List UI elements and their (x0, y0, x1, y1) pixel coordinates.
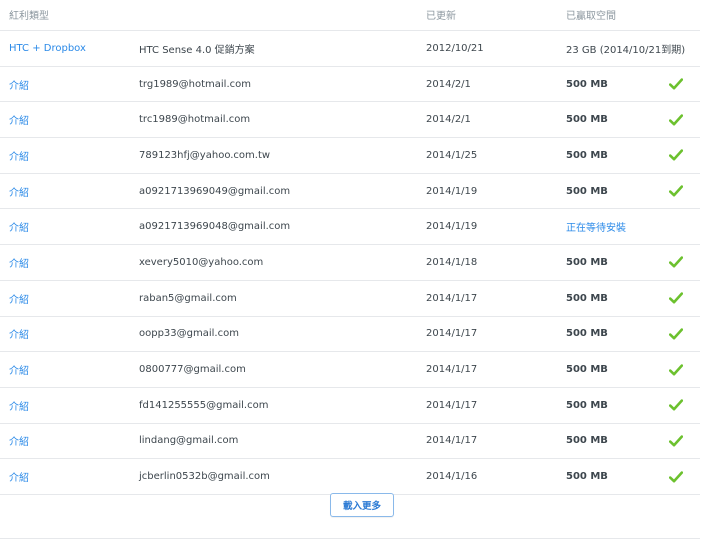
referral-updated-date: 2014/1/17 (426, 399, 478, 411)
table-row: 介紹 lindang@gmail.com 2014/1/17 500 MB (0, 424, 700, 460)
check-icon (666, 352, 686, 387)
table-header: 紅利類型 已更新 已贏取空間 (0, 0, 700, 31)
referral-earned-space: 500 MB (566, 435, 608, 447)
load-more-button[interactable]: 載入更多 (330, 493, 394, 517)
table-row: 介紹 xevery5010@yahoo.com 2014/1/18 500 MB (0, 245, 700, 281)
referral-earned-space: 500 MB (566, 114, 608, 126)
check-icon (666, 67, 686, 102)
referral-type-link[interactable]: 介紹 (9, 67, 29, 102)
table-row: 介紹 0800777@gmail.com 2014/1/17 500 MB (0, 352, 700, 388)
referral-earned-space: 500 MB (566, 78, 608, 90)
referral-updated-date: 2014/1/17 (426, 435, 478, 447)
referral-type-link[interactable]: 介紹 (9, 352, 29, 387)
check-icon (666, 102, 686, 137)
table-row-promo: HTC + Dropbox HTC Sense 4.0 促銷方案 2012/10… (0, 31, 700, 67)
referral-updated-date: 2014/1/18 (426, 256, 478, 268)
referral-updated-date: 2014/1/16 (426, 471, 478, 483)
check-icon (666, 388, 686, 423)
referral-earned-space: 500 MB (566, 149, 608, 161)
referral-email: trc1989@hotmail.com (139, 114, 251, 126)
table-row: 介紹 fd141255555@gmail.com 2014/1/17 500 MB (0, 388, 700, 424)
check-icon (666, 174, 686, 209)
referral-type-link[interactable]: 介紹 (9, 459, 29, 494)
referral-type-link[interactable]: 介紹 (9, 388, 29, 423)
referral-updated-date: 2014/2/1 (426, 114, 471, 126)
check-icon (666, 459, 686, 494)
referral-pending-status: 正在等待安裝 (566, 223, 626, 235)
referral-type-link[interactable]: 介紹 (9, 102, 29, 137)
referral-type-link[interactable]: 介紹 (9, 209, 29, 244)
referral-type-link[interactable]: 介紹 (9, 138, 29, 173)
referral-earned-space: 500 MB (566, 471, 608, 483)
referral-email: 0800777@gmail.com (139, 364, 246, 376)
referral-updated-date: 2014/1/19 (426, 221, 478, 233)
check-icon (666, 138, 686, 173)
referral-email: lindang@gmail.com (139, 435, 239, 447)
header-earned: 已贏取空間 (566, 11, 616, 22)
referral-updated-date: 2014/2/1 (426, 78, 471, 90)
referral-earned-space: 500 MB (566, 399, 608, 411)
bonus-table: 紅利類型 已更新 已贏取空間 HTC + Dropbox HTC Sense 4… (0, 0, 700, 495)
referral-updated-date: 2014/1/17 (426, 364, 478, 376)
referral-earned-space: 500 MB (566, 185, 608, 197)
table-row: 介紹 jcberlin0532b@gmail.com 2014/1/16 500 MB (0, 459, 700, 495)
table-row: 介紹 trc1989@hotmail.com 2014/2/1 500 MB (0, 102, 700, 139)
referral-updated-date: 2014/1/19 (426, 185, 478, 197)
header-type: 紅利類型 (9, 11, 49, 22)
referral-email: jcberlin0532b@gmail.com (139, 471, 270, 483)
referral-type-link[interactable]: 介紹 (9, 317, 29, 352)
referral-email: raban5@gmail.com (139, 292, 237, 304)
referral-email: fd141255555@gmail.com (139, 399, 269, 411)
table-row: 介紹 a0921713969048@gmail.com 2014/1/19 正在等待安… (0, 209, 700, 246)
referral-email: a0921713969049@gmail.com (139, 185, 291, 197)
referral-type-link[interactable]: 介紹 (9, 281, 29, 316)
referral-email: a0921713969048@gmail.com (139, 221, 291, 233)
header-updated: 已更新 (426, 11, 456, 22)
referral-updated-date: 2014/1/25 (426, 149, 478, 161)
promo-earned: 23 GB (2014/10/21到期) (566, 44, 686, 56)
referral-updated-date: 2014/1/17 (426, 328, 478, 340)
check-icon (666, 281, 686, 316)
table-row: 介紹 a0921713969049@gmail.com 2014/1/19 500 M… (0, 174, 700, 210)
promo-account: HTC Sense 4.0 促銷方案 (139, 44, 255, 56)
check-icon (666, 424, 686, 459)
divider (0, 538, 700, 539)
table-row: 介紹 789123hfj@yahoo.com.tw 2014/1/25 500 MB (0, 138, 700, 174)
check-icon (666, 245, 686, 280)
referral-email: xevery5010@yahoo.com (139, 256, 264, 268)
table-row: 介紹 raban5@gmail.com 2014/1/17 500 MB (0, 281, 700, 317)
referral-type-link[interactable]: 介紹 (9, 424, 29, 459)
referral-earned-space: 500 MB (566, 292, 608, 304)
referral-type-link[interactable]: 介紹 (9, 174, 29, 209)
table-row: 介紹 trg1989@hotmail.com 2014/2/1 500 MB (0, 67, 700, 103)
referral-type-link[interactable]: 介紹 (9, 245, 29, 280)
promo-updated: 2012/10/21 (426, 42, 484, 54)
table-row: 介紹 oopp33@gmail.com 2014/1/17 500 MB (0, 317, 700, 353)
referral-earned-space: 500 MB (566, 364, 608, 376)
referral-updated-date: 2014/1/17 (426, 292, 478, 304)
referral-earned-space: 500 MB (566, 256, 608, 268)
check-icon (666, 317, 686, 352)
referral-earned-space: 500 MB (566, 328, 608, 340)
referral-rows: 介紹 trg1989@hotmail.com 2014/2/1 500 MB 介紹 trc… (0, 67, 700, 495)
referral-email: 789123hfj@yahoo.com.tw (139, 149, 271, 161)
promo-type-link[interactable]: HTC + Dropbox (9, 31, 86, 66)
referral-email: oopp33@gmail.com (139, 328, 239, 340)
referral-email: trg1989@hotmail.com (139, 78, 251, 90)
